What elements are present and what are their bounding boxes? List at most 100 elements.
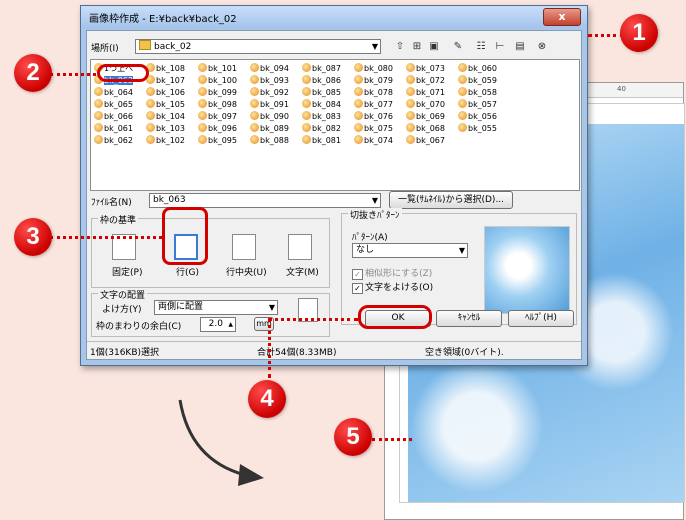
file-item[interactable]: bk_097 xyxy=(198,111,237,122)
avoid-text-checkbox[interactable]: ✓ 文字をよける(O) xyxy=(352,280,433,294)
file-item[interactable]: bk_102 xyxy=(146,135,185,146)
file-item[interactable]: bk_073 xyxy=(406,63,445,74)
pattern-combo[interactable]: なし ▼ xyxy=(352,243,468,258)
file-name: bk_078 xyxy=(364,88,393,97)
up-folder-icon[interactable]: ⇧ xyxy=(393,40,407,53)
line-center-frame-icon[interactable] xyxy=(232,234,256,260)
file-item[interactable]: bk_060 xyxy=(458,63,497,74)
image-file-icon xyxy=(198,75,207,84)
file-item[interactable]: bk_071 xyxy=(406,87,445,98)
file-item[interactable]: bk_078 xyxy=(354,87,393,98)
file-item[interactable]: bk_069 xyxy=(406,111,445,122)
file-list[interactable]: 1つ上へ bk_063 bk_064 bk_065 bk_066 bk_061 bk_062… xyxy=(90,59,580,191)
file-item[interactable]: bk_062 xyxy=(94,135,133,146)
new-folder-icon[interactable]: ⊞ xyxy=(410,40,424,53)
file-item[interactable]: bk_075 xyxy=(354,123,393,134)
edit-icon[interactable]: ✎ xyxy=(451,40,465,53)
file-name: bk_065 xyxy=(104,100,133,109)
file-item[interactable]: bk_099 xyxy=(198,87,237,98)
file-item[interactable]: bk_070 xyxy=(406,99,445,110)
similar-checkbox[interactable]: ✓ 相似形にする(Z) xyxy=(352,266,432,280)
file-item[interactable]: bk_094 xyxy=(250,63,289,74)
file-item[interactable]: bk_085 xyxy=(302,87,341,98)
wrap-combo[interactable]: 両側に配置 ▼ xyxy=(154,300,278,315)
image-file-icon xyxy=(458,99,467,108)
location-combo[interactable]: back_02 ▼ xyxy=(135,39,381,54)
file-item[interactable]: bk_079 xyxy=(354,75,393,86)
image-file-icon xyxy=(146,87,155,96)
file-item[interactable]: bk_105 xyxy=(146,99,185,110)
filename-combo[interactable]: bk_063 ▼ xyxy=(149,193,381,208)
image-file-icon xyxy=(302,99,311,108)
frame-option-label[interactable]: 行(G) xyxy=(176,265,199,278)
file-item[interactable]: bk_082 xyxy=(302,123,341,134)
file-item[interactable]: bk_088 xyxy=(250,135,289,146)
file-item[interactable]: bk_107 xyxy=(146,75,185,86)
file-item[interactable]: bk_066 xyxy=(94,111,133,122)
file-item[interactable]: bk_059 xyxy=(458,75,497,86)
file-item[interactable]: bk_072 xyxy=(406,75,445,86)
spinner-icon[interactable]: ▲ xyxy=(228,318,233,331)
file-item[interactable]: bk_061 xyxy=(94,123,133,134)
file-name: bk_088 xyxy=(260,136,289,145)
help-button[interactable]: ﾍﾙﾌﾟ(H) xyxy=(508,310,574,327)
margin-input[interactable]: 2.0 ▲ xyxy=(200,317,236,332)
text-frame-icon[interactable] xyxy=(288,234,312,260)
file-item[interactable]: bk_056 xyxy=(458,111,497,122)
file-item[interactable]: bk_057 xyxy=(458,99,497,110)
file-item[interactable]: bk_086 xyxy=(302,75,341,86)
view-menu-icon[interactable]: ☷ xyxy=(474,40,488,53)
frame-option-label[interactable]: 固定(P) xyxy=(112,265,142,278)
image-file-icon xyxy=(354,135,363,144)
file-item[interactable]: bk_098 xyxy=(198,99,237,110)
thumbnail-select-button[interactable]: 一覧(ｻﾑﾈｲﾙ)から選択(D)... xyxy=(389,191,513,209)
file-item[interactable]: bk_096 xyxy=(198,123,237,134)
file-item[interactable]: bk_090 xyxy=(250,111,289,122)
file-item[interactable]: bk_074 xyxy=(354,135,393,146)
file-item[interactable]: bk_077 xyxy=(354,99,393,110)
file-item[interactable]: bk_091 xyxy=(250,99,289,110)
file-item[interactable]: bk_087 xyxy=(302,63,341,74)
frame-option-label[interactable]: 行中央(U) xyxy=(226,265,267,278)
file-name: bk_095 xyxy=(208,136,237,145)
file-item[interactable]: bk_084 xyxy=(302,99,341,110)
details-icon[interactable]: ▤ xyxy=(513,40,527,53)
file-item[interactable]: bk_106 xyxy=(146,87,185,98)
file-item[interactable]: bk_058 xyxy=(458,87,497,98)
file-name: bk_076 xyxy=(364,112,393,121)
file-item[interactable]: bk_076 xyxy=(354,111,393,122)
file-name: bk_090 xyxy=(260,112,289,121)
file-item[interactable]: bk_103 xyxy=(146,123,185,134)
file-item[interactable]: bk_068 xyxy=(406,123,445,134)
cancel-button[interactable]: ｷｬﾝｾﾙ xyxy=(436,310,502,327)
avoid-text-label: 文字をよける(O) xyxy=(365,283,434,293)
file-item[interactable]: bk_100 xyxy=(198,75,237,86)
file-item[interactable]: bk_081 xyxy=(302,135,341,146)
frame-option-label[interactable]: 文字(M) xyxy=(286,265,319,278)
file-item[interactable]: bk_093 xyxy=(250,75,289,86)
file-item[interactable]: bk_080 xyxy=(354,63,393,74)
delete-icon[interactable]: ⊗ xyxy=(535,40,549,53)
callout-leader xyxy=(588,34,624,37)
image-file-icon xyxy=(406,75,415,84)
file-item[interactable]: bk_108 xyxy=(146,63,185,74)
file-name: bk_092 xyxy=(260,88,289,97)
file-item[interactable]: bk_067 xyxy=(406,135,445,146)
file-item[interactable]: bk_065 xyxy=(94,99,133,110)
file-item[interactable]: bk_095 xyxy=(198,135,237,146)
tree-view-icon[interactable]: ⊢ xyxy=(493,40,507,53)
image-file-icon xyxy=(302,63,311,72)
close-button[interactable]: x xyxy=(543,8,581,26)
file-item[interactable]: bk_055 xyxy=(458,123,497,134)
file-name: bk_060 xyxy=(468,64,497,73)
save-icon[interactable]: ▣ xyxy=(427,40,441,53)
file-item[interactable]: bk_092 xyxy=(250,87,289,98)
file-item[interactable]: bk_083 xyxy=(302,111,341,122)
file-name: bk_103 xyxy=(156,124,185,133)
file-item[interactable]: bk_089 xyxy=(250,123,289,134)
file-item[interactable]: bk_101 xyxy=(198,63,237,74)
title-bar: 画像枠作成 - E:¥back¥back_02 x xyxy=(81,6,587,28)
image-file-icon xyxy=(146,123,155,132)
file-item[interactable]: bk_064 xyxy=(94,87,133,98)
file-item[interactable]: bk_104 xyxy=(146,111,185,122)
